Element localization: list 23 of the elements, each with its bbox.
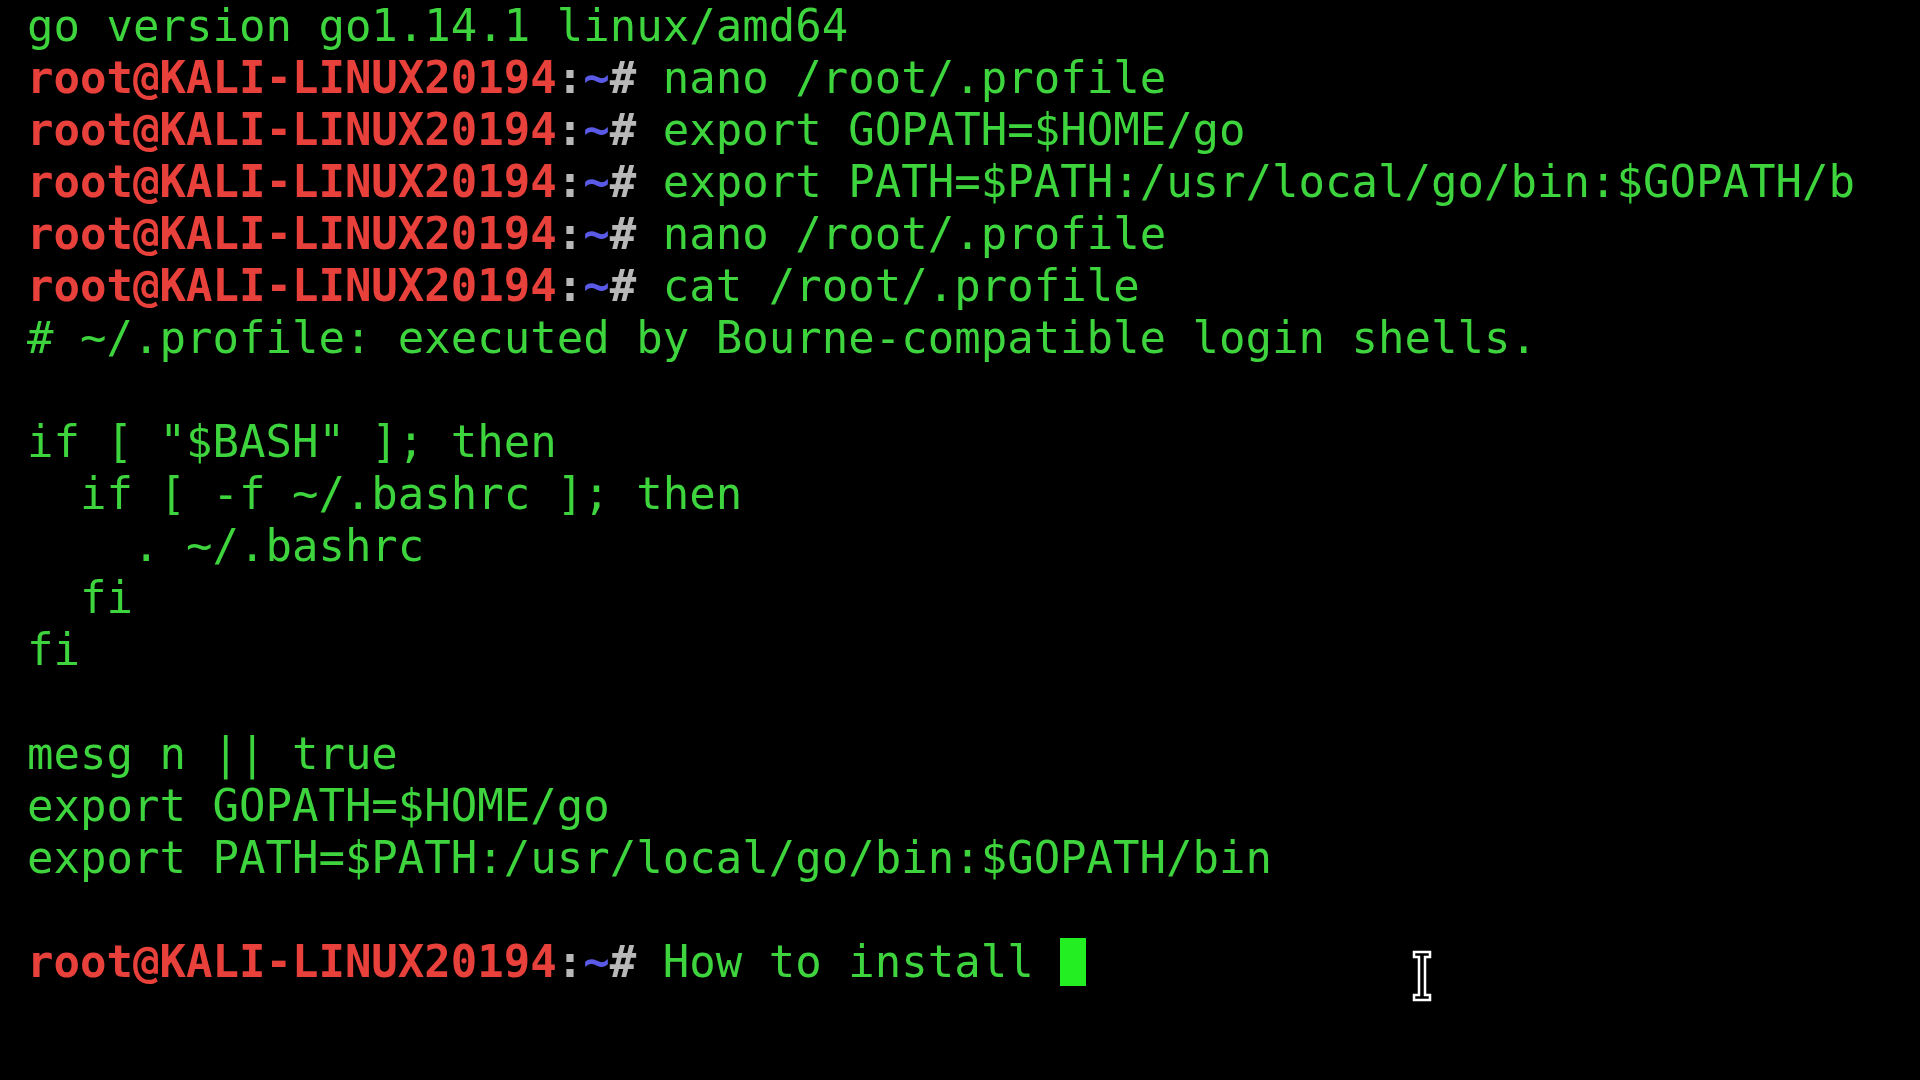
output-text: fi: [78, 572, 133, 624]
output-text: mesg n || true: [27, 728, 398, 780]
output-text: export GOPATH=$HOME/go: [27, 780, 610, 832]
output-text: export PATH=$PATH:/usr/local/go/bin:$GOPATH/bin: [27, 832, 1273, 884]
output-text: go version go1.14.1 linux/amd64: [27, 0, 849, 52]
command-text: export PATH=$PATH:/usr/local/go/bin:$GOPATH/b: [662, 156, 1855, 208]
output-text: . ~/.bashrc: [131, 520, 425, 572]
command-text: export GOPATH=$HOME/go: [662, 104, 1246, 156]
command-text: How to install: [662, 936, 1035, 988]
shell-prompt: root@KALI-LINUX20194:~#: [27, 104, 637, 156]
output-text: fi: [27, 624, 80, 676]
shell-prompt: root@KALI-LINUX20194:~#: [27, 936, 637, 988]
shell-prompt: root@KALI-LINUX20194:~#: [27, 52, 637, 104]
command-text: nano /root/.profile: [662, 52, 1167, 104]
text-cursor-icon: [1412, 950, 1432, 1002]
output-text: # ~/.profile: executed by Bourne-compatible login shells.: [27, 312, 1537, 364]
command-text: cat /root/.profile: [662, 260, 1140, 312]
shell-prompt: root@KALI-LINUX20194:~#: [27, 208, 637, 260]
output-text: if [ -f ~/.bashrc ]; then: [78, 468, 743, 520]
command-text: nano /root/.profile: [662, 208, 1167, 260]
shell-prompt: root@KALI-LINUX20194:~#: [27, 260, 637, 312]
shell-prompt: root@KALI-LINUX20194:~#: [27, 156, 637, 208]
output-text: if [ "$BASH" ]; then: [27, 416, 557, 468]
